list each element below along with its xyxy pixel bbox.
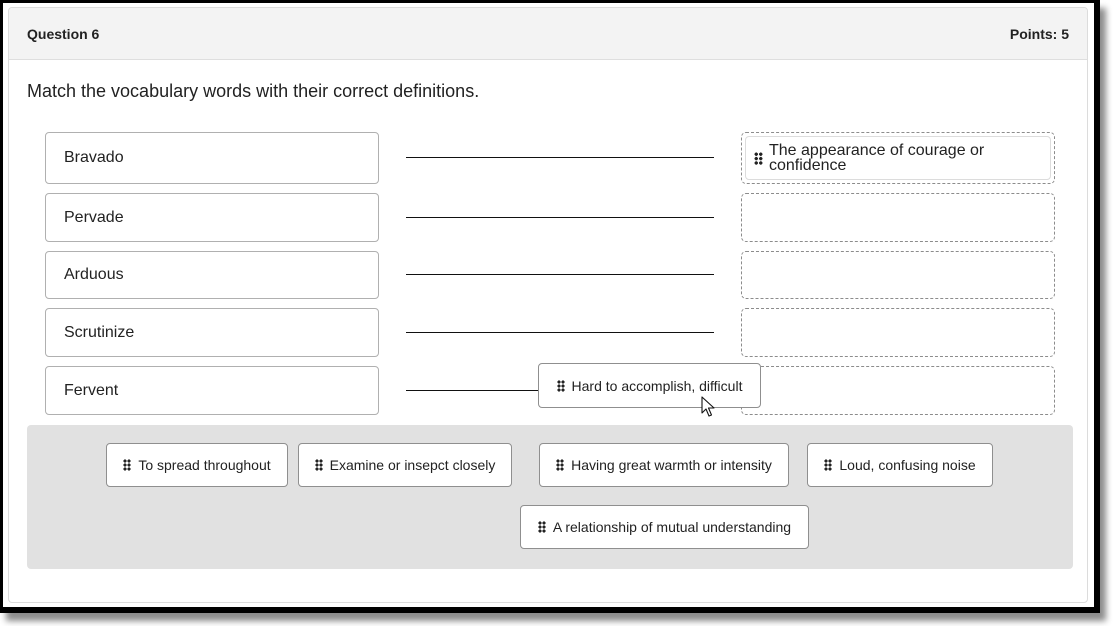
answer-chip[interactable]: To spread throughout xyxy=(106,443,288,487)
drag-handle-icon[interactable] xyxy=(824,459,833,471)
question-title: Question 6 xyxy=(27,26,100,42)
question-header: Question 6 Points: 5 xyxy=(9,8,1087,60)
placed-answer-chip[interactable]: The appearance of courage or confidence xyxy=(745,136,1051,180)
dropzone-2[interactable] xyxy=(741,193,1055,242)
screenshot-frame: Question 6 Points: 5 Match the vocabular… xyxy=(0,0,1100,613)
question-prompt: Match the vocabulary words with their co… xyxy=(27,81,480,101)
drag-handle-icon[interactable] xyxy=(754,151,763,165)
answer-chip[interactable]: Loud, confusing noise xyxy=(807,443,993,487)
term-label: Arduous xyxy=(64,266,124,283)
answer-chip-label: Having great warmth or intensity xyxy=(571,457,772,473)
window: Question 6 Points: 5 Match the vocabular… xyxy=(3,3,1094,607)
question-points: Points: 5 xyxy=(1009,26,1069,42)
term-arduous: Arduous xyxy=(45,251,379,299)
term-label: Scrutinize xyxy=(64,323,135,341)
connector-line xyxy=(406,332,714,333)
connector-line xyxy=(406,157,714,158)
connector-line xyxy=(406,217,714,218)
answer-chip-label: To spread throughout xyxy=(138,457,271,473)
answer-chip[interactable]: Having great warmth or intensity xyxy=(539,443,789,487)
answer-chip-label: Loud, confusing noise xyxy=(839,457,976,473)
dragging-answer-chip[interactable]: Hard to accomplish, difficult xyxy=(538,363,761,408)
answer-chip-label: Examine or insepct closely xyxy=(329,457,496,473)
drag-handle-icon[interactable] xyxy=(556,379,565,392)
dropzone-3[interactable] xyxy=(741,251,1055,299)
mouse-pointer-icon xyxy=(701,396,715,417)
dropzone-1[interactable]: The appearance of courage or confidence xyxy=(741,132,1055,184)
term-scrutinize: Scrutinize xyxy=(45,308,379,357)
answer-bank[interactable]: To spread throughout Examine or insepct … xyxy=(27,425,1073,569)
answer-chip[interactable]: A relationship of mutual understanding xyxy=(520,505,809,549)
question-card: Question 6 Points: 5 Match the vocabular… xyxy=(8,7,1088,603)
dropzone-4[interactable] xyxy=(741,308,1055,357)
dropzone-5[interactable] xyxy=(741,366,1055,415)
placed-answer-label: The appearance of courage or confidence xyxy=(769,142,985,174)
answer-chip[interactable]: Examine or insepct closely xyxy=(298,443,512,487)
drag-handle-icon[interactable] xyxy=(123,459,132,471)
drag-handle-icon[interactable] xyxy=(556,459,565,471)
answer-chip-label: A relationship of mutual understanding xyxy=(552,519,792,535)
term-label: Fervent xyxy=(64,381,119,399)
term-label: Pervade xyxy=(64,208,124,226)
drag-handle-icon[interactable] xyxy=(314,459,323,471)
term-fervent: Fervent xyxy=(45,366,379,415)
term-pervade: Pervade xyxy=(45,193,379,242)
term-bravado: Bravado xyxy=(45,132,379,184)
term-label: Bravado xyxy=(64,149,124,166)
connector-line xyxy=(406,274,714,275)
dragging-answer-label: Hard to accomplish, difficult xyxy=(571,377,743,394)
drag-handle-icon[interactable] xyxy=(537,521,546,533)
